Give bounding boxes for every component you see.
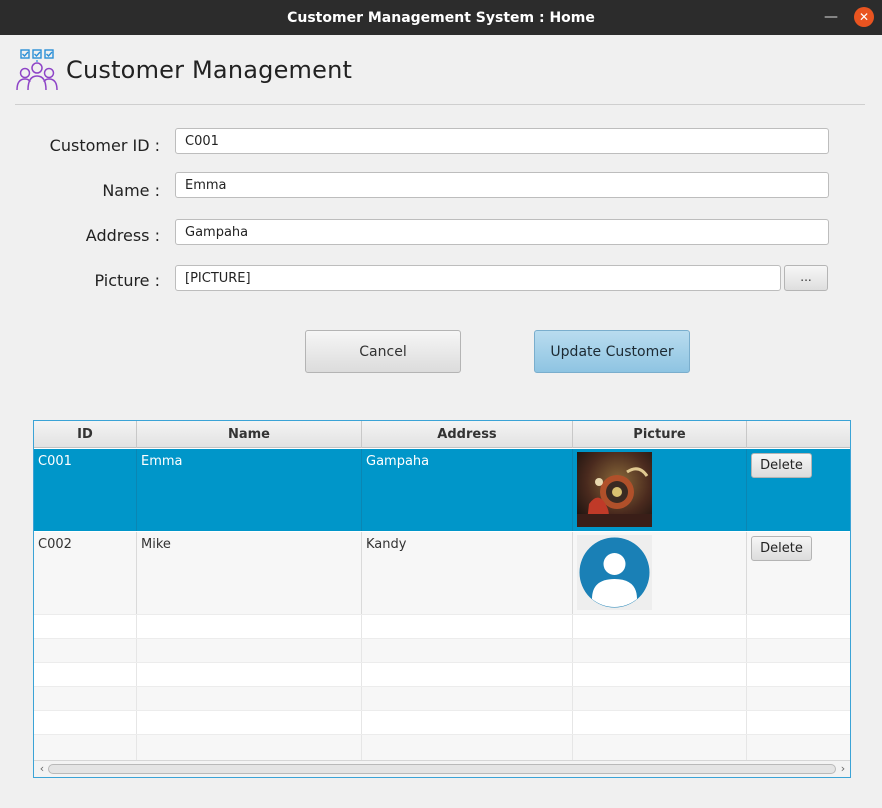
delete-button[interactable]: Delete bbox=[751, 536, 812, 561]
picture-label: Picture : bbox=[94, 271, 161, 290]
empty-table-row bbox=[34, 710, 850, 734]
window-titlebar: Customer Management System : Home — ✕ bbox=[0, 0, 882, 35]
column-header-address[interactable]: Address bbox=[362, 421, 573, 448]
cell-id: C002 bbox=[34, 532, 137, 614]
cell-picture bbox=[573, 449, 747, 531]
horizontal-scrollbar[interactable]: ‹ › bbox=[34, 760, 850, 777]
column-header-id[interactable]: ID bbox=[34, 421, 137, 448]
customer-table: ID Name Address Picture C001 Emma Gampah… bbox=[33, 420, 851, 778]
column-header-name[interactable]: Name bbox=[137, 421, 362, 448]
cell-name: Mike bbox=[137, 532, 362, 614]
delete-button[interactable]: Delete bbox=[751, 453, 812, 478]
update-customer-button[interactable]: Update Customer bbox=[534, 330, 690, 373]
customer-id-value: C001 bbox=[185, 133, 219, 149]
scroll-right-icon[interactable]: › bbox=[837, 762, 849, 776]
name-label: Name : bbox=[102, 181, 160, 200]
column-header-action[interactable] bbox=[747, 421, 850, 448]
default-avatar-icon bbox=[577, 535, 652, 610]
empty-table-row bbox=[34, 734, 850, 760]
minimize-icon[interactable]: — bbox=[824, 10, 838, 24]
cell-name: Emma bbox=[137, 449, 362, 531]
empty-table-row bbox=[34, 614, 850, 638]
close-icon[interactable]: ✕ bbox=[854, 7, 874, 27]
header-divider bbox=[15, 104, 865, 105]
cell-id: C001 bbox=[34, 449, 137, 531]
cell-action: Delete bbox=[747, 532, 850, 614]
photo-thumbnail bbox=[577, 452, 652, 527]
address-label: Address : bbox=[85, 226, 160, 245]
customer-id-label: Customer ID : bbox=[49, 136, 160, 155]
name-field[interactable]: Emma bbox=[175, 172, 829, 198]
cell-picture bbox=[573, 532, 747, 614]
empty-table-row bbox=[34, 686, 850, 710]
picture-value: [PICTURE] bbox=[185, 270, 251, 286]
table-header: ID Name Address Picture bbox=[34, 421, 850, 448]
address-value: Gampaha bbox=[185, 224, 249, 240]
table-row[interactable]: C002 Mike Kandy Delete bbox=[34, 532, 850, 614]
address-field[interactable]: Gampaha bbox=[175, 219, 829, 245]
cell-address: Kandy bbox=[362, 532, 573, 614]
cell-address: Gampaha bbox=[362, 449, 573, 531]
picture-field[interactable]: [PICTURE] bbox=[175, 265, 781, 291]
name-value: Emma bbox=[185, 177, 227, 193]
empty-table-row bbox=[34, 662, 850, 686]
empty-table-row bbox=[34, 638, 850, 662]
customers-icon bbox=[15, 48, 59, 92]
scroll-left-icon[interactable]: ‹ bbox=[36, 762, 48, 776]
cell-action: Delete bbox=[747, 449, 850, 531]
window-title: Customer Management System : Home bbox=[287, 9, 595, 26]
browse-picture-button[interactable]: ... bbox=[784, 265, 828, 291]
column-header-picture[interactable]: Picture bbox=[573, 421, 747, 448]
table-row[interactable]: C001 Emma Gampaha Delete bbox=[34, 449, 850, 531]
customer-id-field[interactable]: C001 bbox=[175, 128, 829, 154]
scrollbar-thumb[interactable] bbox=[48, 764, 836, 774]
page-title: Customer Management bbox=[66, 56, 353, 84]
cancel-button[interactable]: Cancel bbox=[305, 330, 461, 373]
